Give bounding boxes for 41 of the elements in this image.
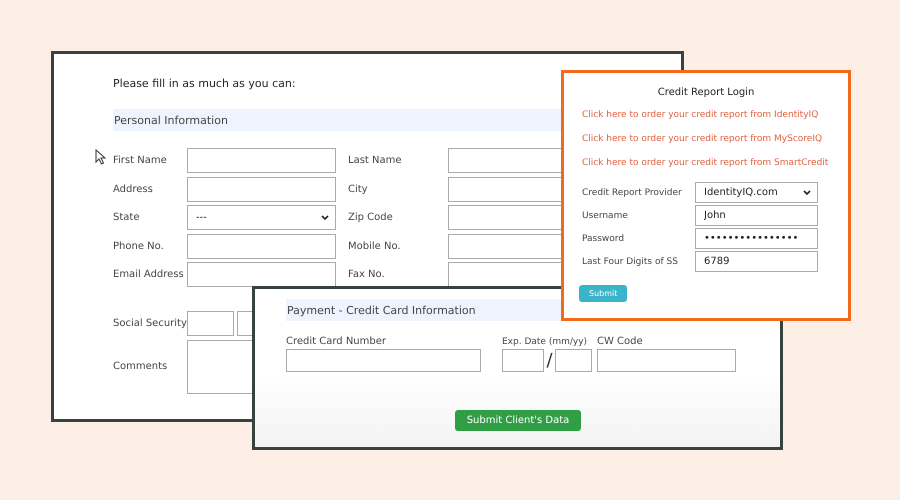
field-label: Credit Card Number	[286, 336, 387, 347]
field-label: Username	[582, 210, 629, 220]
year-field[interactable]	[555, 349, 592, 372]
date-separator: /	[545, 350, 554, 372]
login-select[interactable]: IdentityIQ.com	[695, 182, 818, 203]
field-label: Mobile No.	[348, 240, 402, 252]
order-report-link[interactable]: Click here to order your credit report from IdentityIQ	[582, 110, 848, 120]
field-label: Credit Report Provider	[582, 188, 683, 198]
form-field[interactable]	[187, 148, 336, 173]
cursor-icon	[95, 149, 107, 165]
field-label: Comments	[113, 361, 168, 372]
field-label: Exp. Date (mm/yy)	[502, 337, 588, 347]
field-label: CW Code	[597, 336, 644, 347]
field-label: Address	[113, 184, 154, 194]
form-field[interactable]	[187, 262, 336, 287]
order-report-link[interactable]: Click here to order your credit report from SmartCredit	[582, 158, 848, 168]
order-report-link[interactable]: Click here to order your credit report from MyScoreIQ	[582, 134, 848, 144]
field-label: Social Security	[113, 318, 187, 329]
login-field[interactable]: ••••••••••••••••	[695, 228, 818, 249]
field-label: Phone No.	[113, 240, 165, 252]
form-field[interactable]	[187, 234, 336, 258]
field-label: Last Four Digits of SS	[582, 256, 679, 266]
ssn-field[interactable]	[187, 311, 234, 336]
login-title: Credit Report Login	[658, 87, 754, 98]
field-label: Last Name	[348, 155, 403, 166]
field-label: Zip Code	[348, 212, 394, 223]
form-select[interactable]: ---	[187, 205, 336, 230]
login-field[interactable]: 6789	[695, 251, 818, 272]
month-field[interactable]	[502, 349, 544, 372]
field-label: Email Address	[113, 269, 185, 280]
chevron-icon	[321, 214, 329, 220]
card-number-field[interactable]	[286, 349, 481, 372]
form-field[interactable]	[187, 176, 336, 202]
field-label: Password	[582, 234, 626, 244]
field-label: Fax No.	[348, 269, 386, 280]
chevron-icon	[803, 190, 811, 196]
field-label: State	[113, 212, 140, 223]
cvv-field[interactable]	[597, 349, 736, 372]
field-label: First Name	[113, 155, 168, 166]
intro-text: Please fill in as much as you can:	[113, 77, 296, 92]
field-label: City	[348, 184, 369, 194]
